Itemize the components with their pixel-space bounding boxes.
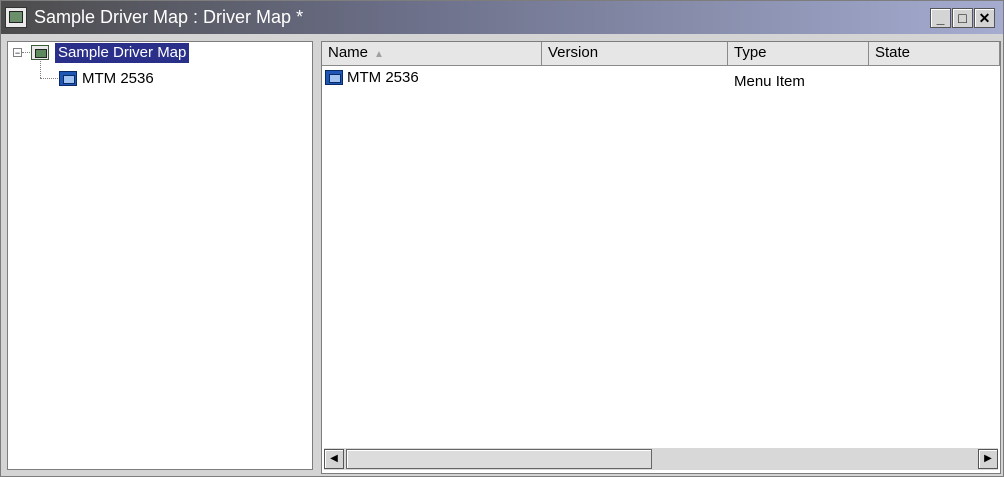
minimize-button[interactable]: _	[930, 8, 951, 28]
column-header-name[interactable]: Name ▲	[322, 42, 542, 66]
tree-connector	[40, 61, 41, 78]
scroll-left-button[interactable]: ◀	[324, 449, 344, 469]
column-header-state[interactable]: State	[869, 42, 1000, 66]
menu-item-icon	[59, 71, 77, 86]
sort-ascending-icon: ▲	[374, 49, 384, 60]
tree-item-mtm-2536[interactable]: MTM 2536	[82, 69, 154, 89]
driver-map-window: Sample Driver Map : Driver Map * _ □ ✕ −…	[0, 0, 1004, 477]
column-header-name-label: Name	[328, 44, 369, 61]
horizontal-scrollbar[interactable]: ◀ ▶	[324, 448, 998, 470]
items-table[interactable]: Name ▲ Version Type State MTM 2536 Menu I…	[321, 41, 1001, 474]
cell-type: Menu Item	[734, 73, 805, 90]
close-button[interactable]: ✕	[974, 8, 995, 28]
tree-pane[interactable]: − Sample Driver Map MTM 2536	[7, 41, 313, 470]
column-header-type[interactable]: Type	[728, 42, 869, 66]
collapse-expander[interactable]: −	[13, 48, 22, 58]
maximize-button[interactable]: □	[952, 8, 973, 28]
cell-name: MTM 2536	[347, 69, 419, 86]
scroll-right-button[interactable]: ▶	[978, 449, 998, 469]
tree-connector	[22, 52, 30, 53]
driver-map-icon[interactable]	[5, 7, 27, 28]
menu-item-icon	[325, 70, 343, 85]
column-header-version[interactable]: Version	[542, 42, 728, 66]
title-bar[interactable]: Sample Driver Map : Driver Map * _ □ ✕	[1, 1, 1003, 34]
driver-map-icon	[31, 45, 49, 60]
tree-root-label[interactable]: Sample Driver Map	[55, 43, 190, 63]
window-title: Sample Driver Map : Driver Map *	[34, 7, 304, 27]
scroll-thumb[interactable]	[346, 449, 652, 469]
tree-connector	[40, 78, 58, 79]
